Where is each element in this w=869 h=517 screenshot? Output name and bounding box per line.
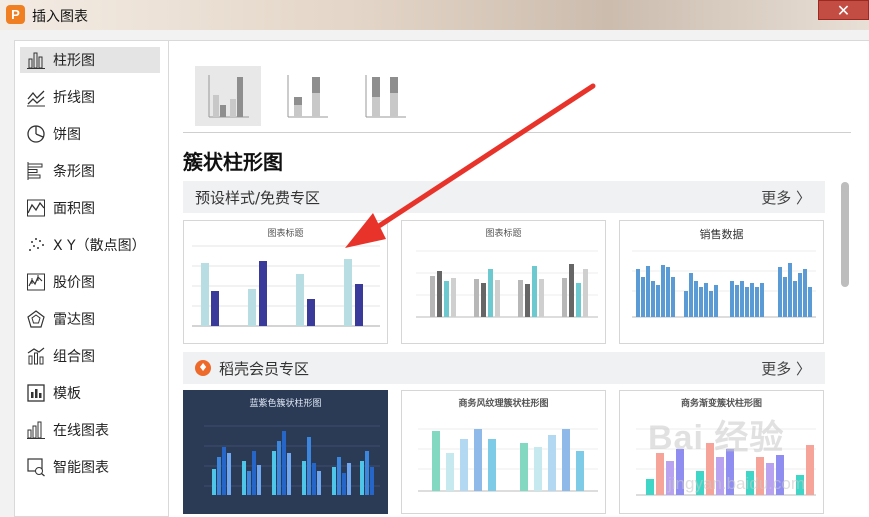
sidebar-item-online[interactable]: 在线图表 xyxy=(20,417,160,443)
card-chart-3 xyxy=(632,250,816,318)
stacked-column-icon xyxy=(287,75,328,118)
card-chart-2 xyxy=(416,250,598,318)
clustered-column-subtype-button[interactable] xyxy=(195,66,261,126)
sidebar-item-label: 柱形图 xyxy=(53,53,95,69)
sidebar-item-label: 智能图表 xyxy=(53,460,109,476)
subtype-divider xyxy=(183,132,851,133)
watermark-url: jingyan.baidu.com xyxy=(668,474,806,493)
clustered-column-icon xyxy=(208,75,249,118)
sidebar-item-bar[interactable]: 条形图 xyxy=(20,158,160,184)
sidebar-item-label: 折线图 xyxy=(53,90,95,106)
chart-type-sidebar: 柱形图 折线图 饼图 条形图 面积图 X Y（散点图） 股价图 雷达图 组合图 … xyxy=(14,40,169,517)
section-title: 簇状柱形图 xyxy=(183,150,283,174)
stock-chart-icon xyxy=(24,272,48,292)
sidebar-item-stock[interactable]: 股价图 xyxy=(20,269,160,295)
sidebar-item-label: 饼图 xyxy=(53,127,81,143)
sidebar-item-label: 雷达图 xyxy=(53,312,95,328)
sidebar-item-line[interactable]: 折线图 xyxy=(20,84,160,110)
watermark-logo: Bai 经验 xyxy=(648,419,785,457)
sidebar-item-label: 股价图 xyxy=(53,275,95,291)
sidebar-item-label: 面积图 xyxy=(53,201,95,217)
member-section-label: 稻壳会员专区 xyxy=(219,359,310,378)
sidebar-item-column[interactable]: 柱形图 xyxy=(20,47,160,73)
free-section-label: 预设样式/免费专区 xyxy=(195,188,321,207)
sidebar-item-pie[interactable]: 饼图 xyxy=(20,121,160,147)
sidebar-item-scatter[interactable]: X Y（散点图） xyxy=(20,232,160,258)
free-section-band: 预设样式/免费专区 更多 〉 xyxy=(183,181,825,213)
sidebar-item-radar[interactable]: 雷达图 xyxy=(20,306,160,332)
member-card-2[interactable]: 商务风纹理簇状柱形图 xyxy=(401,390,606,514)
stacked-column-subtype-button[interactable] xyxy=(274,66,340,126)
horizontal-bar-icon xyxy=(24,161,48,181)
percent-stacked-column-icon xyxy=(365,75,406,118)
percent-stacked-column-subtype-button[interactable] xyxy=(352,66,418,126)
close-button[interactable]: ✕ xyxy=(818,0,869,20)
template-icon xyxy=(24,383,48,403)
sidebar-item-label: 组合图 xyxy=(53,349,95,365)
line-chart-icon xyxy=(24,87,48,107)
sidebar-item-label: X Y（散点图） xyxy=(53,238,146,254)
sidebar-item-template[interactable]: 模板 xyxy=(20,380,160,406)
scatter-chart-icon xyxy=(24,235,48,255)
wps-app-icon: P xyxy=(6,5,25,24)
window-title: 插入图表 xyxy=(32,9,88,25)
card-chart-1 xyxy=(192,245,380,327)
bar-chart-icon xyxy=(24,50,48,70)
more-link-free[interactable]: 更多 〉 xyxy=(761,187,811,208)
member-section-band: ♦ 稻壳会员专区 更多 〉 xyxy=(183,352,825,384)
radar-chart-icon xyxy=(24,309,48,329)
sidebar-item-smart[interactable]: 智能图表 xyxy=(20,454,160,480)
preset-card-3[interactable]: 销售数据 xyxy=(619,220,824,344)
card-chart-5 xyxy=(418,428,598,492)
more-link-member[interactable]: 更多 〉 xyxy=(761,358,811,379)
member-card-1[interactable]: 蓝紫色簇状柱形图 xyxy=(183,390,388,514)
smart-chart-icon xyxy=(24,457,48,477)
preset-card-2[interactable]: 图表标题 xyxy=(401,220,606,344)
area-chart-icon xyxy=(24,198,48,218)
sidebar-item-combo[interactable]: 组合图 xyxy=(20,343,160,369)
sidebar-item-label: 模板 xyxy=(53,386,81,402)
sidebar-item-label: 条形图 xyxy=(53,164,95,180)
gallery-scrollbar[interactable] xyxy=(841,182,849,287)
sidebar-item-label: 在线图表 xyxy=(53,423,109,439)
pie-chart-icon xyxy=(24,124,48,144)
combo-chart-icon xyxy=(24,346,48,366)
preset-card-1[interactable]: 图表标题 xyxy=(183,220,388,344)
docer-badge-icon: ♦ xyxy=(195,360,211,376)
card-chart-4 xyxy=(204,425,380,495)
title-bar: P 插入图表 ✕ xyxy=(0,0,869,30)
sidebar-item-area[interactable]: 面积图 xyxy=(20,195,160,221)
online-chart-icon xyxy=(24,420,48,440)
